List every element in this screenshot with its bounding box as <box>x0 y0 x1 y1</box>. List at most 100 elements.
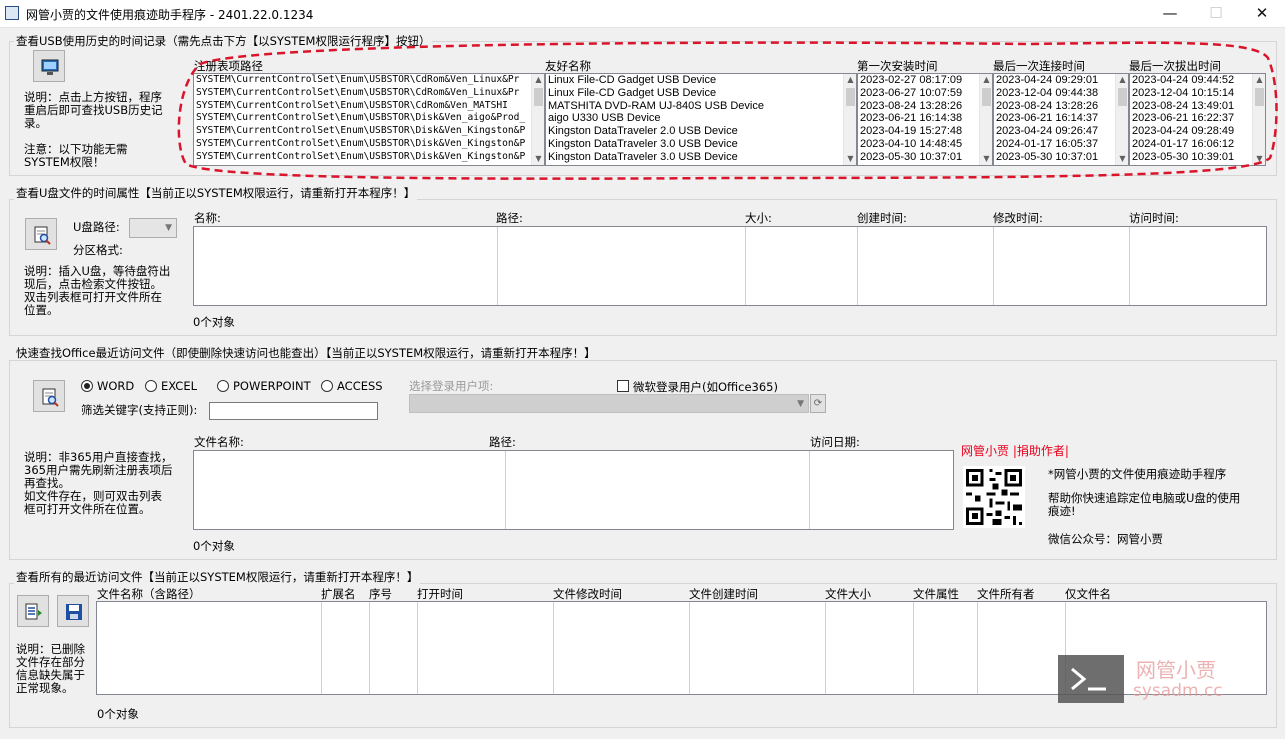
usb-group-label: 查看USB使用历史的时间记录（需先点击下方【以SYSTEM权限运行程序】按钮） <box>14 34 433 48</box>
filter-input[interactable] <box>209 402 378 420</box>
list-item[interactable]: Kingston DataTraveler 3.0 USB Device <box>546 138 856 151</box>
radio-word[interactable] <box>81 380 93 392</box>
scroll-down-icon[interactable]: ▼ <box>980 153 992 165</box>
ms-account-checkbox[interactable] <box>617 380 629 392</box>
col-size: 大小: <box>745 211 772 225</box>
search-office-button[interactable] <box>33 380 65 412</box>
list-item[interactable]: 2023-08-24 13:28:26 <box>858 100 992 113</box>
radio-powerpoint-label[interactable]: POWERPOINT <box>233 379 311 393</box>
list-item[interactable]: Kingston DataTraveler 2.0 USB Device <box>546 125 856 138</box>
udisk-path-select[interactable]: ▼ <box>129 218 177 238</box>
filter-label: 筛选关键字(支持正则): <box>81 403 198 417</box>
list-item[interactable]: MATSHITA DVD-RAM UJ-840S USB Device <box>546 100 856 113</box>
col-filename: 文件名称: <box>194 435 244 449</box>
promo-wechat: 微信公众号：网管小贾 <box>1048 532 1163 546</box>
list-item[interactable]: Linux File-CD Gadget USB Device <box>546 87 856 100</box>
list-item[interactable]: 2023-04-24 09:29:01 <box>994 74 1128 87</box>
minimize-button[interactable]: — <box>1147 0 1193 28</box>
list-item[interactable]: 2023-08-24 13:28:26 <box>994 100 1128 113</box>
list-item[interactable]: 2023-04-24 09:26:47 <box>994 125 1128 138</box>
friendly-name-list[interactable]: Linux File-CD Gadget USB Device Linux Fi… <box>545 73 857 166</box>
scroll-up-icon[interactable]: ▲ <box>1253 74 1265 86</box>
vertical-scrollbar[interactable]: ▲ ▼ <box>843 74 856 165</box>
list-item[interactable]: Kingston DataTraveler 3.0 USB Device <box>546 151 856 164</box>
office-note: 说明：非365用户直接查找， 365用户需先刷新注册表项后 再查找。 如文件存在… <box>24 450 173 516</box>
vertical-scrollbar[interactable]: ▲ ▼ <box>531 74 544 165</box>
save-button[interactable] <box>57 595 89 627</box>
donate-link[interactable]: 网管小贾 |捐助作者| <box>961 442 1069 459</box>
list-item[interactable]: 2023-12-04 09:44:38 <box>994 87 1128 100</box>
search-recent-button[interactable] <box>17 595 49 627</box>
vertical-scrollbar[interactable]: ▲ ▼ <box>1115 74 1128 165</box>
col-mtime: 文件修改时间 <box>553 587 622 601</box>
col-filename-only: 仅文件名 <box>1065 587 1111 601</box>
scroll-down-icon[interactable]: ▼ <box>844 153 856 165</box>
list-item[interactable]: 2023-06-21 16:22:37 <box>1130 112 1265 125</box>
radio-excel-label[interactable]: EXCEL <box>161 379 197 393</box>
list-item[interactable]: 2023-12-04 10:15:14 <box>1130 87 1265 100</box>
radio-access-label[interactable]: ACCESS <box>337 379 383 393</box>
vertical-scrollbar[interactable]: ▲ ▼ <box>979 74 992 165</box>
list-item[interactable]: SYSTEM\CurrentControlSet\Enum\USBSTOR\Di… <box>194 125 544 138</box>
list-item[interactable]: 2024-01-17 16:05:37 <box>994 138 1128 151</box>
refresh-icon[interactable]: ⟳ <box>810 394 826 413</box>
radio-word-label[interactable]: WORD <box>97 379 134 393</box>
radio-powerpoint[interactable] <box>217 380 229 392</box>
login-user-select[interactable]: ▼ <box>409 394 809 413</box>
list-item[interactable]: 2023-05-30 10:37:01 <box>858 151 992 164</box>
search-udisk-button[interactable] <box>25 218 57 250</box>
radio-excel[interactable] <box>145 380 157 392</box>
list-item[interactable]: 2023-06-21 16:14:37 <box>994 112 1128 125</box>
col-office-path: 路径: <box>489 435 516 449</box>
run-as-system-button[interactable] <box>33 50 65 82</box>
list-item[interactable]: 2023-04-10 14:48:45 <box>858 138 992 151</box>
vertical-scrollbar[interactable]: ▲ ▼ <box>1252 74 1265 165</box>
office-object-count: 0个对象 <box>193 539 235 553</box>
scroll-up-icon[interactable]: ▲ <box>980 74 992 86</box>
file-search-icon <box>42 388 59 407</box>
first-install-list[interactable]: 2023-02-27 08:17:09 2023-06-27 10:07:59 … <box>857 73 993 166</box>
list-item[interactable]: 2023-02-27 08:17:09 <box>858 74 992 87</box>
udisk-note: 说明：插入U盘，等待盘符出 现后，点击检索文件按钮。 双击列表框可打开文件所在 … <box>24 264 171 317</box>
app-icon <box>5 6 19 20</box>
list-item[interactable]: SYSTEM\CurrentControlSet\Enum\USBSTOR\Di… <box>194 112 544 125</box>
udisk-file-list[interactable] <box>193 226 1267 306</box>
maximize-button[interactable]: ☐ <box>1193 0 1239 28</box>
radio-access[interactable] <box>321 380 333 392</box>
list-item[interactable]: 2023-06-21 16:14:38 <box>858 112 992 125</box>
office-group-label: 快速查找Office最近访问文件（即使删除快速访问也能查出）【当前正以SYSTE… <box>14 346 598 360</box>
last-remove-list[interactable]: 2023-04-24 09:44:52 2023-12-04 10:15:14 … <box>1129 73 1266 166</box>
list-item[interactable]: 2023-04-24 09:44:52 <box>1130 74 1265 87</box>
list-item[interactable]: 2023-04-24 09:28:49 <box>1130 125 1265 138</box>
scroll-up-icon[interactable]: ▲ <box>532 74 544 86</box>
list-item[interactable]: 2023-05-30 10:37:01 <box>994 151 1128 164</box>
col-friendly-name: 友好名称 <box>545 59 591 73</box>
list-item[interactable]: SYSTEM\CurrentControlSet\Enum\USBSTOR\Di… <box>194 138 544 151</box>
list-item[interactable]: 2023-05-30 10:39:01 <box>1130 151 1265 164</box>
scroll-up-icon[interactable]: ▲ <box>1116 74 1128 86</box>
scroll-down-icon[interactable]: ▼ <box>1116 153 1128 165</box>
list-item[interactable]: SYSTEM\CurrentControlSet\Enum\USBSTOR\Cd… <box>194 100 544 113</box>
list-item[interactable]: SYSTEM\CurrentControlSet\Enum\USBSTOR\Cd… <box>194 74 544 87</box>
scroll-down-icon[interactable]: ▼ <box>1253 153 1265 165</box>
partition-format-label: 分区格式: <box>73 243 123 257</box>
ms-account-label[interactable]: 微软登录用户(如Office365) <box>633 379 778 395</box>
list-item[interactable]: aigo U330 USB Device <box>546 112 856 125</box>
list-item[interactable]: 2023-08-24 13:49:01 <box>1130 100 1265 113</box>
list-item[interactable]: Linux File-CD Gadget USB Device <box>546 74 856 87</box>
list-item[interactable]: 2024-01-17 16:06:12 <box>1130 138 1265 151</box>
list-item[interactable]: 2023-06-27 10:07:59 <box>858 87 992 100</box>
list-item[interactable]: SYSTEM\CurrentControlSet\Enum\USBSTOR\Cd… <box>194 87 544 100</box>
last-connect-list[interactable]: 2023-04-24 09:29:01 2023-12-04 09:44:38 … <box>993 73 1129 166</box>
reg-path-list[interactable]: SYSTEM\CurrentControlSet\Enum\USBSTOR\Cd… <box>193 73 545 166</box>
scroll-down-icon[interactable]: ▼ <box>532 153 544 165</box>
udisk-path-label: U盘路径: <box>73 220 120 234</box>
office-file-list[interactable] <box>193 450 954 530</box>
close-button[interactable]: ✕ <box>1239 0 1285 28</box>
promo-line1: *网管小贾的文件使用痕迹助手程序 <box>1048 467 1227 481</box>
col-accessed: 访问时间: <box>1129 211 1179 225</box>
watermark-cn: 网管小贾 <box>1136 658 1216 682</box>
scroll-up-icon[interactable]: ▲ <box>844 74 856 86</box>
list-item[interactable]: 2023-04-19 15:27:48 <box>858 125 992 138</box>
list-item[interactable]: SYSTEM\CurrentControlSet\Enum\USBSTOR\Di… <box>194 151 544 164</box>
